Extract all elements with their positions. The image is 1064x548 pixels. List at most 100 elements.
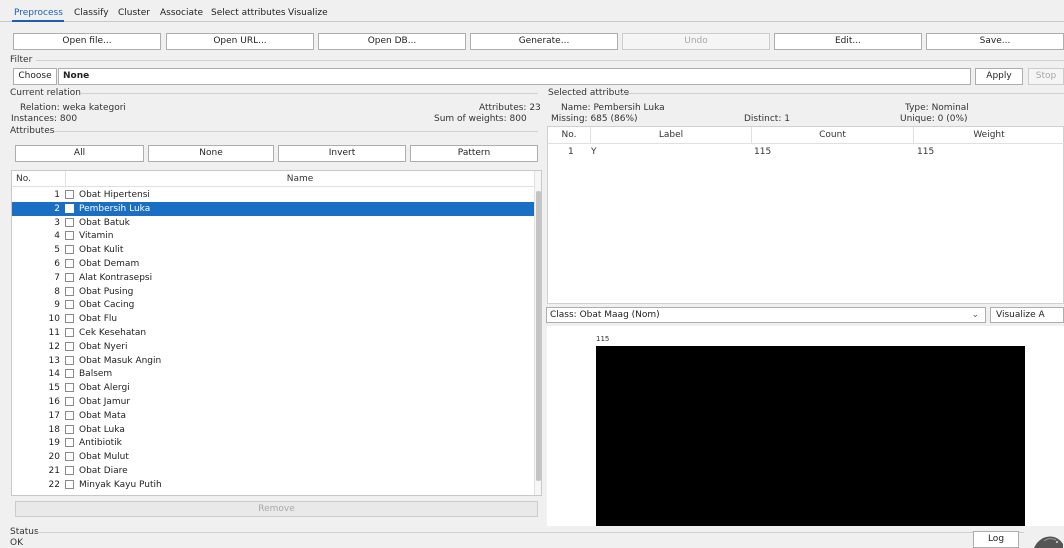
- attribute-checkbox[interactable]: [65, 341, 74, 351]
- list-item[interactable]: 7 Alat Kontrasepsi: [12, 271, 534, 285]
- attribute-checkbox[interactable]: [65, 466, 74, 475]
- col-name-header[interactable]: Name: [66, 174, 534, 184]
- list-item[interactable]: 13 Obat Masuk Angin: [12, 354, 534, 368]
- attribute-checkbox[interactable]: [65, 203, 74, 213]
- generate-button[interactable]: Generate...: [470, 33, 618, 50]
- tab-preprocess[interactable]: Preprocess: [14, 8, 63, 18]
- selected-attribute-type: Type: Nominal: [905, 103, 969, 113]
- tab-select-attributes[interactable]: Select attributes: [211, 8, 286, 18]
- class-select-value: Class: Obat Maag (Nom): [550, 310, 660, 320]
- attributes-scrollbar[interactable]: [534, 171, 541, 495]
- list-item[interactable]: 22 Minyak Kayu Putih: [12, 478, 534, 492]
- list-item[interactable]: 19 Antibiotik: [12, 436, 534, 450]
- remove-button[interactable]: Remove: [15, 501, 538, 517]
- attribute-checkbox[interactable]: [65, 328, 74, 337]
- attribute-checkbox[interactable]: [65, 231, 74, 241]
- attribute-checkbox[interactable]: [65, 190, 74, 199]
- attribute-number: 8: [54, 286, 60, 297]
- filter-stop-button[interactable]: Stop: [1028, 68, 1064, 85]
- attribute-checkbox[interactable]: [65, 245, 74, 255]
- labels-col-label-header[interactable]: Label: [591, 130, 751, 140]
- list-item[interactable]: 6 Obat Demam: [12, 257, 534, 271]
- attribute-name: Obat Jamur: [79, 397, 131, 407]
- list-item[interactable]: 1 Obat Hipertensi: [12, 188, 534, 202]
- attribute-checkbox[interactable]: [65, 438, 74, 448]
- relation-name: Relation: weka kategori: [20, 103, 126, 113]
- select-all-button[interactable]: All: [15, 145, 144, 162]
- attribute-number: 11: [48, 328, 60, 338]
- attribute-checkbox[interactable]: [65, 272, 74, 282]
- attribute-name: Pembersih Luka: [79, 203, 151, 214]
- list-item[interactable]: 9 Obat Cacing: [12, 298, 534, 312]
- attribute-checkbox[interactable]: [65, 397, 74, 406]
- tab-visualize[interactable]: Visualize: [288, 8, 328, 18]
- pattern-button[interactable]: Pattern: [410, 145, 538, 162]
- undo-button[interactable]: Undo: [622, 33, 770, 50]
- open-db-button[interactable]: Open DB...: [318, 33, 466, 50]
- filter-section-label: Filter: [10, 55, 33, 65]
- attribute-number: 10: [48, 314, 60, 325]
- edit-button[interactable]: Edit...: [774, 33, 922, 50]
- attribute-checkbox[interactable]: [65, 300, 74, 310]
- visualize-all-button[interactable]: Visualize A: [990, 307, 1064, 323]
- weka-bird-icon[interactable]: [1030, 527, 1064, 548]
- list-item[interactable]: 4 Vitamin: [12, 229, 534, 243]
- filter-choose-button[interactable]: Choose: [13, 68, 57, 85]
- log-button[interactable]: Log: [973, 531, 1019, 548]
- attribute-checkbox[interactable]: [65, 383, 74, 393]
- list-item[interactable]: 10 Obat Flu: [12, 312, 534, 326]
- list-item[interactable]: 17 Obat Mata: [12, 409, 534, 423]
- list-item[interactable]: 2 Pembersih Luka: [12, 201, 534, 216]
- save-button[interactable]: Save...: [926, 33, 1064, 50]
- list-item[interactable]: 5 Obat Kulit: [12, 243, 534, 257]
- list-item[interactable]: 18 Obat Luka: [12, 423, 534, 437]
- attribute-name: Cek Kesehatan: [79, 328, 147, 338]
- labels-table-header: No. Label Count Weight: [548, 127, 1064, 144]
- attribute-checkbox[interactable]: [65, 217, 74, 227]
- list-item[interactable]: 14 Balsem: [12, 367, 534, 381]
- tab-classify[interactable]: Classify: [74, 8, 109, 18]
- labels-table[interactable]: No. Label Count Weight 1 Y 115 115: [547, 126, 1064, 304]
- labels-col-count-header[interactable]: Count: [752, 130, 913, 140]
- attribute-name: Obat Diare: [79, 466, 128, 476]
- list-item[interactable]: 12 Obat Nyeri: [12, 340, 534, 354]
- tab-cluster[interactable]: Cluster: [118, 8, 150, 18]
- list-item[interactable]: 16 Obat Jamur: [12, 395, 534, 409]
- selected-attribute-divider: [618, 93, 1064, 94]
- table-row[interactable]: 1 Y 115 115: [548, 145, 1064, 159]
- list-item[interactable]: 21 Obat Diare: [12, 464, 534, 478]
- attribute-number: 14: [48, 369, 60, 380]
- labels-col-weight-header[interactable]: Weight: [914, 130, 1064, 140]
- open-file-button[interactable]: Open file...: [13, 33, 161, 50]
- attribute-checkbox[interactable]: [65, 259, 74, 268]
- attribute-name: Minyak Kayu Putih: [79, 479, 162, 490]
- attribute-checkbox[interactable]: [65, 286, 74, 296]
- attributes-list[interactable]: No. Name 1 Obat Hipertensi 2 Pembersih Luka…: [11, 170, 542, 496]
- scrollbar-thumb[interactable]: [536, 191, 541, 481]
- attribute-checkbox[interactable]: [65, 452, 74, 462]
- attribute-name: Obat Cacing: [79, 300, 135, 311]
- list-item[interactable]: 20 Obat Mulut: [12, 450, 534, 464]
- col-no-header[interactable]: No.: [16, 174, 56, 184]
- list-item[interactable]: 3 Obat Batuk: [12, 216, 534, 230]
- attribute-checkbox[interactable]: [65, 424, 74, 434]
- filter-value-field[interactable]: None: [58, 68, 971, 85]
- attribute-name: Obat Hipertensi: [79, 190, 150, 200]
- open-url-button[interactable]: Open URL...: [166, 33, 314, 50]
- list-item[interactable]: 8 Obat Pusing: [12, 285, 534, 299]
- tab-associate[interactable]: Associate: [160, 8, 203, 18]
- attribute-checkbox[interactable]: [65, 314, 74, 324]
- labels-col-no-header[interactable]: No.: [548, 130, 590, 140]
- attribute-checkbox[interactable]: [65, 355, 74, 365]
- attribute-checkbox[interactable]: [65, 410, 74, 420]
- attribute-checkbox[interactable]: [65, 479, 74, 489]
- invert-selection-button[interactable]: Invert: [278, 145, 406, 162]
- filter-apply-button[interactable]: Apply: [975, 68, 1023, 85]
- class-select[interactable]: Class: Obat Maag (Nom) ⌄: [546, 307, 986, 323]
- list-item[interactable]: 11 Cek Kesehatan: [12, 326, 534, 340]
- attribute-checkbox[interactable]: [65, 369, 74, 379]
- list-item[interactable]: 15 Obat Alergi: [12, 381, 534, 395]
- select-none-button[interactable]: None: [148, 145, 274, 162]
- attribute-name: Obat Demam: [79, 259, 140, 269]
- selected-attribute-name: Name: Pembersih Luka: [561, 103, 665, 113]
